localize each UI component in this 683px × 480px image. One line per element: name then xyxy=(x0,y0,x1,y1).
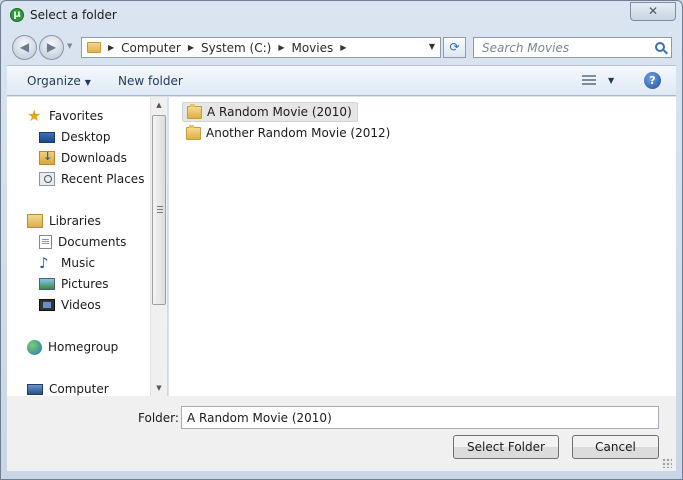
chevron-right-icon[interactable]: ▶ xyxy=(108,43,114,52)
folder-name-input[interactable] xyxy=(181,406,659,429)
nav-item-libraries[interactable]: Libraries xyxy=(27,211,101,231)
chevron-right-icon[interactable]: ▶ xyxy=(340,43,346,52)
recent-places-icon xyxy=(39,172,55,186)
computer-icon xyxy=(27,383,43,395)
navigation-pane: ★ Favorites Desktop Downloads Recent Pla… xyxy=(7,97,150,396)
close-button[interactable]: ✕ xyxy=(630,2,676,21)
videos-icon xyxy=(39,299,55,311)
dialog-footer: Folder: Select Folder Cancel xyxy=(7,396,676,471)
help-icon[interactable]: ? xyxy=(644,72,661,89)
nav-item-videos[interactable]: Videos xyxy=(39,295,101,315)
nav-item-label: Downloads xyxy=(61,151,127,165)
libraries-icon xyxy=(27,214,43,228)
scroll-up-arrow[interactable]: ▲ xyxy=(151,97,167,113)
chevron-down-icon: ▼ xyxy=(84,78,91,87)
back-button[interactable]: ◀ xyxy=(12,35,37,60)
nav-item-label: Libraries xyxy=(49,214,101,228)
command-bar: Organize ▼ New folder ▼ ? xyxy=(7,65,676,96)
music-icon: ♪ xyxy=(39,254,49,272)
refresh-button[interactable]: ⟳ xyxy=(443,37,466,58)
utorrent-app-icon: μ xyxy=(10,8,24,22)
pictures-icon xyxy=(39,278,55,290)
new-folder-button[interactable]: New folder xyxy=(118,74,183,88)
folder-icon xyxy=(186,124,201,140)
nav-item-label: Documents xyxy=(58,235,127,249)
search-box[interactable]: Search Movies xyxy=(473,37,672,58)
folder-item[interactable]: A Random Movie (2010) xyxy=(182,102,358,122)
search-icon[interactable] xyxy=(655,42,665,52)
address-dropdown-icon[interactable]: ▼ xyxy=(429,42,435,51)
chevron-right-icon[interactable]: ▶ xyxy=(188,43,194,52)
view-options-dropdown[interactable]: ▼ xyxy=(608,76,614,85)
folder-item[interactable]: Another Random Movie (2012) xyxy=(182,123,395,143)
desktop-icon xyxy=(39,131,55,143)
nav-item-computer[interactable]: Computer xyxy=(27,379,109,396)
window-title: Select a folder xyxy=(30,8,117,22)
breadcrumb-computer[interactable]: Computer xyxy=(121,41,181,55)
nav-item-label: Recent Places xyxy=(61,172,145,186)
organize-button[interactable]: Organize ▼ xyxy=(27,74,91,88)
nav-item-label: Videos xyxy=(61,298,101,312)
nav-item-music[interactable]: ♪ Music xyxy=(39,253,95,273)
documents-icon xyxy=(39,235,52,249)
recent-locations-dropdown[interactable]: ▼ xyxy=(67,42,72,50)
nav-item-documents[interactable]: Documents xyxy=(39,232,126,252)
folder-icon xyxy=(87,42,101,53)
folder-list: A Random Movie (2010) Another Random Mov… xyxy=(168,97,676,396)
cancel-button[interactable]: Cancel xyxy=(572,435,659,459)
downloads-icon xyxy=(39,150,55,165)
nav-item-homegroup[interactable]: Homegroup xyxy=(27,337,118,357)
grip-icon xyxy=(157,206,163,213)
nav-item-label: Computer xyxy=(49,382,109,396)
nav-item-recent-places[interactable]: Recent Places xyxy=(39,169,144,189)
nav-item-label: Favorites xyxy=(49,109,104,123)
forward-button[interactable]: ▶ xyxy=(39,35,64,60)
nav-item-label: Pictures xyxy=(61,277,109,291)
star-icon: ★ xyxy=(27,106,42,125)
navigation-scrollbar[interactable]: ▲ ▼ xyxy=(150,97,167,396)
change-view-icon[interactable] xyxy=(582,75,596,87)
folder-field-label: Folder: xyxy=(138,411,179,425)
nav-item-downloads[interactable]: Downloads xyxy=(39,148,127,168)
folder-icon xyxy=(187,103,202,119)
resize-grip-icon[interactable] xyxy=(662,458,672,468)
nav-item-label: Music xyxy=(61,256,96,270)
nav-item-pictures[interactable]: Pictures xyxy=(39,274,109,294)
scroll-down-arrow[interactable]: ▼ xyxy=(151,380,167,396)
nav-item-label: Desktop xyxy=(61,130,111,144)
breadcrumb-system-c[interactable]: System (C:) xyxy=(201,41,271,55)
nav-item-desktop[interactable]: Desktop xyxy=(39,127,111,147)
search-placeholder: Search Movies xyxy=(482,41,570,55)
nav-item-label: Homegroup xyxy=(48,340,119,354)
select-folder-button[interactable]: Select Folder xyxy=(453,435,559,459)
homegroup-icon xyxy=(27,339,42,355)
chevron-right-icon[interactable]: ▶ xyxy=(278,43,284,52)
breadcrumb-movies[interactable]: Movies xyxy=(291,41,333,55)
nav-item-favorites[interactable]: ★ Favorites xyxy=(27,106,103,126)
select-folder-dialog: μ Select a folder ✕ ◀ ▶ ▼ ▶ Computer ▶ S… xyxy=(0,0,683,480)
address-bar[interactable]: ▶ Computer ▶ System (C:) ▶ Movies ▶ ▼ xyxy=(81,37,441,58)
title-bar[interactable]: μ Select a folder ✕ xyxy=(1,1,682,31)
folder-name: A Random Movie (2010) xyxy=(207,105,352,119)
organize-label: Organize xyxy=(27,74,81,88)
scroll-thumb[interactable] xyxy=(152,115,166,305)
folder-name: Another Random Movie (2012) xyxy=(206,126,391,140)
